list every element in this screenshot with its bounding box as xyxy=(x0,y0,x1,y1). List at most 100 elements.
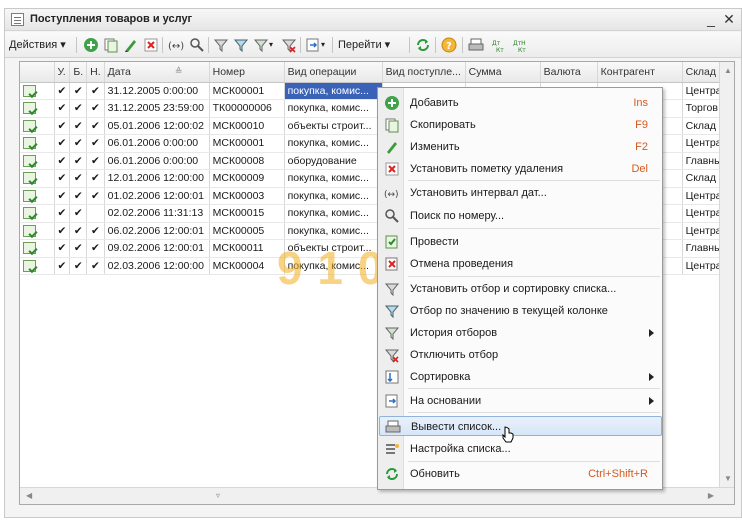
cell-doc-status[interactable] xyxy=(20,257,55,275)
cell-n[interactable]: ✔ xyxy=(86,187,105,205)
cell-number[interactable]: МСК00015 xyxy=(209,204,285,223)
col-header-date[interactable]: Дата ≙ xyxy=(104,62,210,83)
copy-icon[interactable] xyxy=(103,37,119,53)
filter-by-value-icon[interactable] xyxy=(233,37,249,53)
cell-number[interactable]: МСК00001 xyxy=(209,134,285,153)
cell-operation[interactable]: покупка, комис... xyxy=(284,134,383,153)
vertical-scrollbar[interactable]: ▲ ▼ xyxy=(719,62,734,487)
cell-b[interactable]: ✔ xyxy=(69,187,88,205)
minimize-button[interactable]: _ xyxy=(703,11,719,28)
cell-b[interactable]: ✔ xyxy=(69,152,88,170)
dt-kt-icon[interactable]: ДтКт xyxy=(491,37,507,53)
date-interval-icon[interactable]: (↔) xyxy=(168,37,184,53)
menu-item-filter-history[interactable]: История отборов xyxy=(379,323,662,343)
cell-n[interactable]: ✔ xyxy=(86,117,105,135)
cell-doc-status[interactable] xyxy=(20,169,55,188)
cell-u[interactable]: ✔ xyxy=(54,204,71,223)
scroll-right-icon[interactable]: ▶ xyxy=(708,491,714,500)
cell-u[interactable]: ✔ xyxy=(54,152,71,170)
cell-u[interactable]: ✔ xyxy=(54,117,71,135)
cell-doc-status[interactable] xyxy=(20,187,55,205)
goto-menu-button[interactable]: Перейти ▾ xyxy=(338,36,390,54)
cell-number[interactable]: МСК00011 xyxy=(209,239,285,258)
cell-u[interactable]: ✔ xyxy=(54,222,71,240)
cell-u[interactable]: ✔ xyxy=(54,82,71,100)
cell-b[interactable]: ✔ xyxy=(69,257,88,275)
dt-kt-n-icon[interactable]: ДтНКт xyxy=(513,37,529,53)
cell-operation[interactable]: покупка, комис... xyxy=(284,99,383,118)
cell-date[interactable]: 12.01.2006 12:00:00 xyxy=(104,169,210,188)
menu-item-delete-mark[interactable]: Установить пометку удаления Del xyxy=(379,159,662,179)
cell-u[interactable]: ✔ xyxy=(54,134,71,153)
menu-item-unpost[interactable]: Отмена проведения xyxy=(379,254,662,274)
cell-date[interactable]: 31.12.2005 23:59:00 xyxy=(104,99,210,118)
cell-doc-status[interactable] xyxy=(20,82,55,100)
cell-number[interactable]: МСК00001 xyxy=(209,82,285,100)
col-header-sum[interactable]: Сумма xyxy=(465,62,541,83)
cell-operation[interactable]: покупка, комис... xyxy=(284,204,383,223)
scroll-left-icon[interactable]: ◀ xyxy=(26,491,32,500)
cell-b[interactable]: ✔ xyxy=(69,99,88,118)
col-header-number[interactable]: Номер xyxy=(209,62,285,83)
cell-n[interactable]: ✔ xyxy=(86,152,105,170)
cell-date[interactable]: 06.02.2006 12:00:01 xyxy=(104,222,210,240)
cell-date[interactable]: 09.02.2006 12:00:01 xyxy=(104,239,210,258)
print-icon[interactable] xyxy=(468,37,484,53)
cell-number[interactable]: ТК00000006 xyxy=(209,99,285,118)
cell-operation[interactable]: оборудование xyxy=(284,152,383,170)
menu-item-date-interval[interactable]: (↔) Установить интервал дат... xyxy=(379,183,662,203)
cell-n[interactable]: ✔ xyxy=(86,257,105,275)
filter-history-dropdown-icon[interactable]: ▾ xyxy=(269,36,273,54)
cell-operation[interactable]: покупка, комис... xyxy=(284,82,383,100)
cell-n[interactable]: ✔ xyxy=(86,222,105,240)
menu-item-list-settings[interactable]: Настройка списка... xyxy=(379,439,662,459)
col-header-icon[interactable] xyxy=(20,62,55,83)
cell-doc-status[interactable] xyxy=(20,239,55,258)
cell-operation[interactable]: объекты строит... xyxy=(284,117,383,135)
menu-item-print-list[interactable]: Вывести список... xyxy=(379,416,662,436)
cell-date[interactable]: 31.12.2005 0:00:00 xyxy=(104,82,210,100)
cell-operation[interactable]: покупка, комис... xyxy=(284,169,383,188)
cell-u[interactable]: ✔ xyxy=(54,169,71,188)
cell-u[interactable]: ✔ xyxy=(54,239,71,258)
cell-date[interactable]: 01.02.2006 12:00:01 xyxy=(104,187,210,205)
cell-doc-status[interactable] xyxy=(20,204,55,223)
menu-item-filter-by-value[interactable]: Отбор по значению в текущей колонке xyxy=(379,301,662,321)
cell-date[interactable]: 06.01.2006 0:00:00 xyxy=(104,134,210,153)
edit-icon[interactable] xyxy=(123,37,139,53)
col-header-n[interactable]: Н. xyxy=(86,62,105,83)
cell-n[interactable]: ✔ xyxy=(86,239,105,258)
close-button[interactable]: ✕ xyxy=(721,11,737,28)
menu-item-sort[interactable]: Сортировка xyxy=(379,367,662,387)
cell-doc-status[interactable] xyxy=(20,134,55,153)
cell-number[interactable]: МСК00005 xyxy=(209,222,285,240)
cell-date[interactable]: 06.01.2006 0:00:00 xyxy=(104,152,210,170)
cell-b[interactable]: ✔ xyxy=(69,169,88,188)
menu-item-post[interactable]: Провести xyxy=(379,232,662,252)
col-header-u[interactable]: У. xyxy=(54,62,71,83)
cell-operation[interactable]: покупка, комис... xyxy=(284,222,383,240)
cell-n[interactable]: ✔ xyxy=(86,99,105,118)
filter-icon[interactable] xyxy=(213,37,229,53)
help-icon[interactable]: ? xyxy=(441,37,457,53)
refresh-icon[interactable] xyxy=(415,37,431,53)
filter-history-icon[interactable] xyxy=(253,37,269,53)
cell-n[interactable] xyxy=(86,204,105,223)
menu-item-edit[interactable]: Изменить F2 xyxy=(379,137,662,157)
menu-item-copy[interactable]: Скопировать F9 xyxy=(379,115,662,135)
cell-u[interactable]: ✔ xyxy=(54,187,71,205)
col-header-contractor[interactable]: Контрагент xyxy=(597,62,683,83)
cell-u[interactable]: ✔ xyxy=(54,99,71,118)
cell-b[interactable]: ✔ xyxy=(69,239,88,258)
menu-item-based-on[interactable]: На основании xyxy=(379,391,662,411)
menu-item-filter-off[interactable]: Отключить отбор xyxy=(379,345,662,365)
cell-number[interactable]: МСК00010 xyxy=(209,117,285,135)
cell-doc-status[interactable] xyxy=(20,99,55,118)
cell-b[interactable]: ✔ xyxy=(69,134,88,153)
filter-off-icon[interactable] xyxy=(281,37,297,53)
cell-n[interactable]: ✔ xyxy=(86,82,105,100)
cell-b[interactable]: ✔ xyxy=(69,204,88,223)
scroll-down-icon[interactable]: ▼ xyxy=(724,474,732,483)
cell-b[interactable]: ✔ xyxy=(69,82,88,100)
cell-doc-status[interactable] xyxy=(20,117,55,135)
